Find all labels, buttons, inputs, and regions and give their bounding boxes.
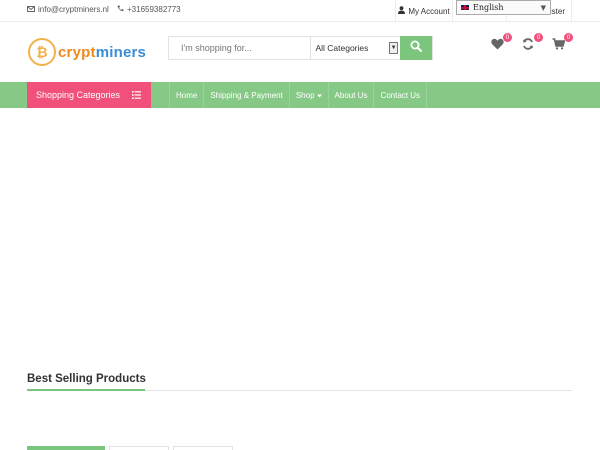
uk-flag-icon (460, 4, 470, 11)
my-account-label: My Account (408, 6, 450, 16)
shopping-categories-label: Shopping Categories (36, 90, 121, 100)
category-selected-value: All Categories (315, 43, 369, 53)
compare-count-badge: 0 (534, 33, 543, 42)
search-button[interactable] (400, 36, 432, 60)
search-bar: All Categories ▼ (168, 36, 433, 60)
user-icon (398, 6, 406, 16)
nav-item-label: Home (176, 90, 198, 100)
shopping-categories-button[interactable]: Shopping Categories (27, 82, 151, 108)
register-label: ister (549, 6, 565, 16)
nav-item-label: About Us (334, 90, 368, 100)
product-tab-active[interactable] (27, 446, 105, 450)
email-text: info@cryptminers.nl (38, 5, 109, 14)
nav-item-label: Contact Us (380, 90, 421, 100)
category-select[interactable]: All Categories ▼ (310, 37, 400, 59)
compare-button[interactable]: 0 (519, 33, 543, 55)
phone-text: +31659382773 (127, 5, 181, 14)
nav-menu: Home Shipping & Payment Shop About Us Co… (169, 82, 428, 108)
nav-item-label: Shipping & Payment (210, 90, 283, 100)
list-icon (132, 91, 141, 101)
nav-item-home[interactable]: Home (169, 82, 205, 108)
envelope-icon (27, 5, 35, 14)
language-label: English (473, 3, 504, 12)
bitcoin-coin-icon: ₿ (28, 38, 56, 66)
nav-item-contact-us[interactable]: Contact Us (374, 82, 428, 108)
search-icon (410, 39, 423, 57)
site-logo[interactable]: ₿ cryptminers (28, 36, 146, 68)
refresh-icon (522, 37, 534, 55)
nav-item-about-us[interactable]: About Us (329, 82, 375, 108)
nav-item-shipping-payment[interactable]: Shipping & Payment (204, 82, 290, 108)
wishlist-count-badge: 0 (503, 33, 512, 42)
product-tab[interactable] (109, 446, 169, 450)
product-tabs (27, 446, 233, 450)
phone-icon (117, 5, 124, 14)
product-tab[interactable] (173, 446, 233, 450)
chevron-down-icon: ▼ (540, 4, 546, 12)
search-input[interactable] (169, 37, 311, 59)
caret-down-icon (316, 91, 322, 100)
main-navigation: Shopping Categories Home Shipping & Paym… (0, 82, 600, 108)
phone-contact[interactable]: +31659382773 (117, 5, 181, 14)
section-title-underline (27, 389, 145, 391)
cart-button[interactable]: 0 (549, 33, 573, 55)
shopping-cart-icon (552, 37, 565, 55)
language-select[interactable]: English ▼ (456, 0, 551, 15)
nav-item-label: Shop (295, 90, 315, 100)
email-contact[interactable]: info@cryptminers.nl (27, 5, 109, 14)
top-bar: info@cryptminers.nl +31659382773 My Acco… (0, 0, 600, 22)
heart-icon (490, 37, 504, 55)
section-title: Best Selling Products (27, 373, 146, 385)
brand-name: cryptminers (58, 43, 147, 61)
wishlist-button[interactable]: 0 (488, 33, 512, 55)
nav-item-shop[interactable]: Shop (290, 82, 329, 108)
cart-count-badge: 0 (564, 33, 573, 42)
my-account-link[interactable]: My Account (395, 0, 453, 22)
dropdown-arrow-icon: ▼ (389, 42, 399, 54)
